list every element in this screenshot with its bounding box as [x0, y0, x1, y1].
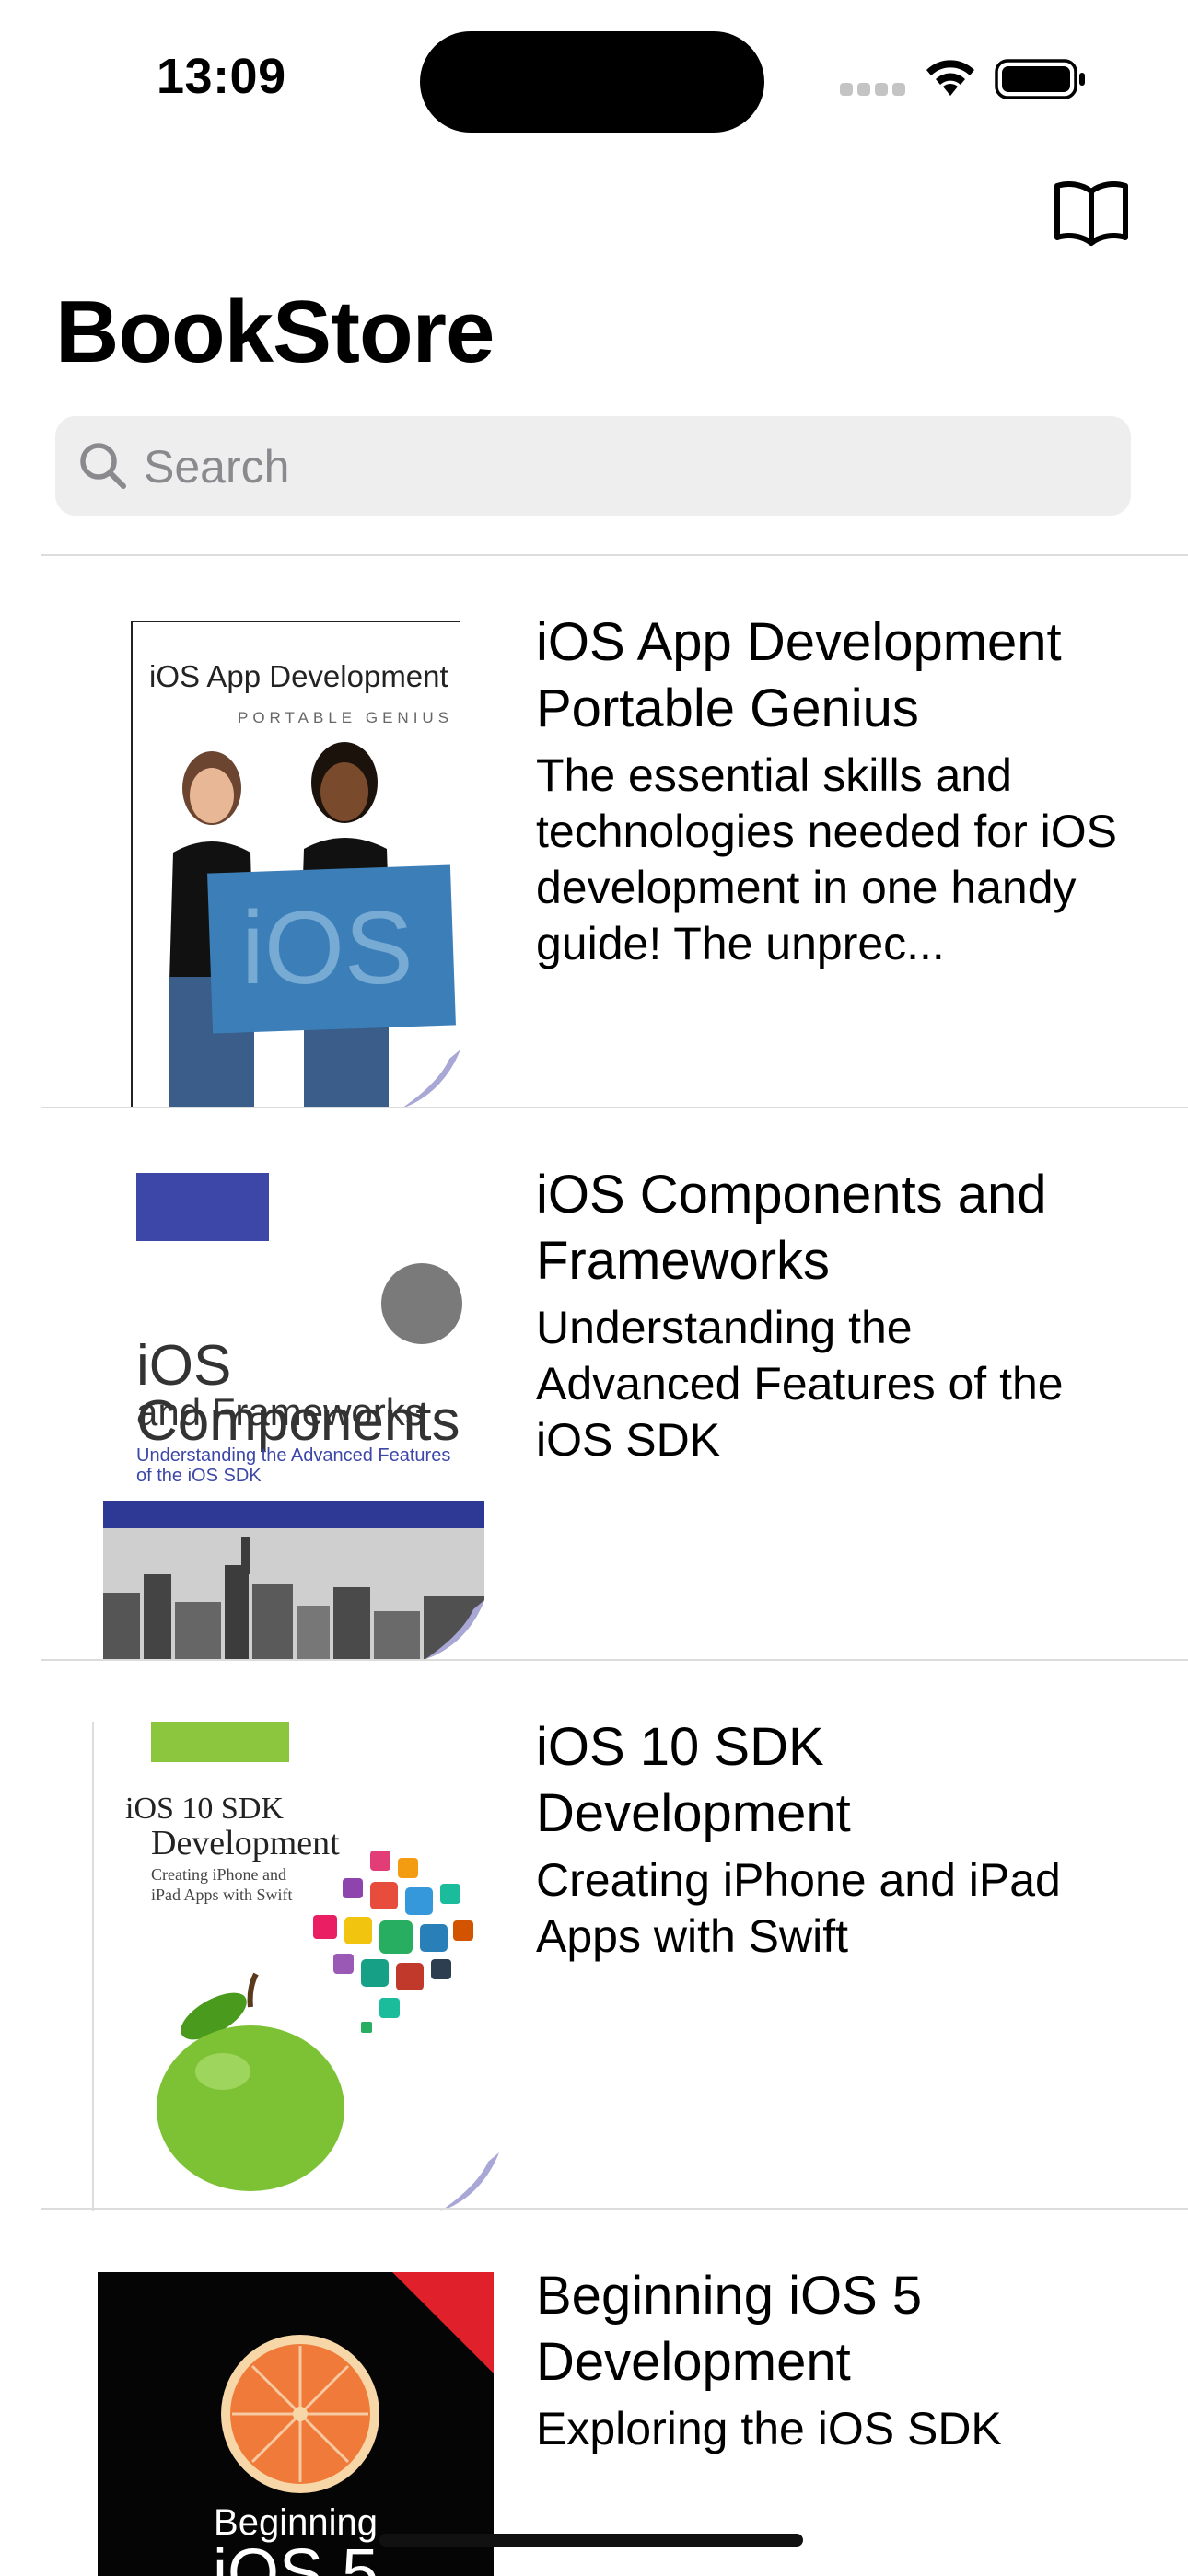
list-item[interactable]: iOS Components and Frameworks Understand… — [0, 1108, 1188, 1659]
cover-badge — [381, 1263, 462, 1344]
book-cover: iOS App Development PORTABLE GENIUS iOS — [131, 621, 460, 1107]
book-cover: iOS Components and Frameworks Understand… — [103, 1169, 484, 1659]
cover-author-block — [136, 1173, 269, 1241]
book-title: Beginning iOS 5 Development — [536, 2266, 923, 2392]
dynamic-island — [420, 31, 764, 133]
book-title: iOS Components and Frameworks — [536, 1165, 1047, 1291]
cover-tagline-2: iPad Apps with Swift — [151, 1886, 293, 1904]
book-subtitle: Exploring the iOS SDK — [536, 2403, 1002, 2454]
page-title: BookStore — [55, 283, 495, 381]
book-info: iOS Components and Frameworks Understand… — [536, 1162, 1125, 1468]
cover-subtitle: PORTABLE GENIUS — [238, 709, 454, 726]
book-icon[interactable] — [1050, 175, 1133, 249]
cover-grapefruit — [221, 2335, 379, 2493]
search-bar[interactable] — [55, 416, 1131, 516]
search-icon — [80, 443, 126, 489]
book-cover: iOS 10 SDK Development Creating iPhone a… — [92, 1722, 499, 2211]
page-curl-icon — [425, 1600, 484, 1659]
cover-stripe — [103, 1501, 484, 1528]
book-info: Beginning iOS 5 Development Exploring th… — [536, 2263, 1125, 2457]
book-subtitle: Understanding the Advanced Features of t… — [536, 1302, 1064, 1466]
list-item[interactable]: iOS App Development PORTABLE GENIUS iOS — [0, 556, 1188, 1107]
search-input[interactable] — [142, 431, 1112, 503]
book-title: iOS 10 SDK Development — [536, 1717, 851, 1843]
book-info: iOS App Development Portable Genius The … — [536, 609, 1125, 972]
list-item[interactable]: iOS 10 SDK Development Creating iPhone a… — [0, 1661, 1188, 2211]
status-bar: 13:09 — [0, 0, 1188, 157]
cover-apple — [157, 1972, 344, 2191]
cover-title: iOS App Development — [149, 659, 448, 693]
home-indicator[interactable] — [379, 2534, 803, 2547]
cellular-signal-icon — [840, 72, 905, 96]
book-subtitle: The essential skills and technologies ne… — [536, 749, 1117, 969]
wifi-icon — [926, 60, 974, 96]
page-curl-icon — [403, 1050, 460, 1107]
book-subtitle: Creating iPhone and iPad Apps with Swift — [536, 1854, 1061, 1962]
cover-tagline: Creating iPhone and — [151, 1865, 286, 1884]
status-time: 13:09 — [157, 49, 286, 104]
list-item[interactable]: Beginning iOS 5 Beginning iOS 5 Developm… — [0, 2210, 1188, 2576]
cover-tagline: Understanding the Advanced Features — [136, 1445, 451, 1466]
cover-tagline-2: of the iOS SDK — [136, 1466, 262, 1486]
cover-title-line2: and Frameworks — [136, 1390, 425, 1433]
battery-icon — [995, 59, 1085, 99]
page-curl-icon — [440, 2152, 499, 2211]
cover-publisher-tab — [151, 1722, 289, 1762]
cover-title: iOS 10 SDK — [125, 1792, 284, 1826]
cover-sign-text: iOS — [241, 890, 413, 1005]
cover-corner-ribbon — [392, 2272, 494, 2373]
book-title: iOS App Development Portable Genius — [536, 612, 1062, 738]
book-info: iOS 10 SDK Development Creating iPhone a… — [536, 1714, 1125, 1965]
book-cover: Beginning iOS 5 — [98, 2272, 494, 2576]
